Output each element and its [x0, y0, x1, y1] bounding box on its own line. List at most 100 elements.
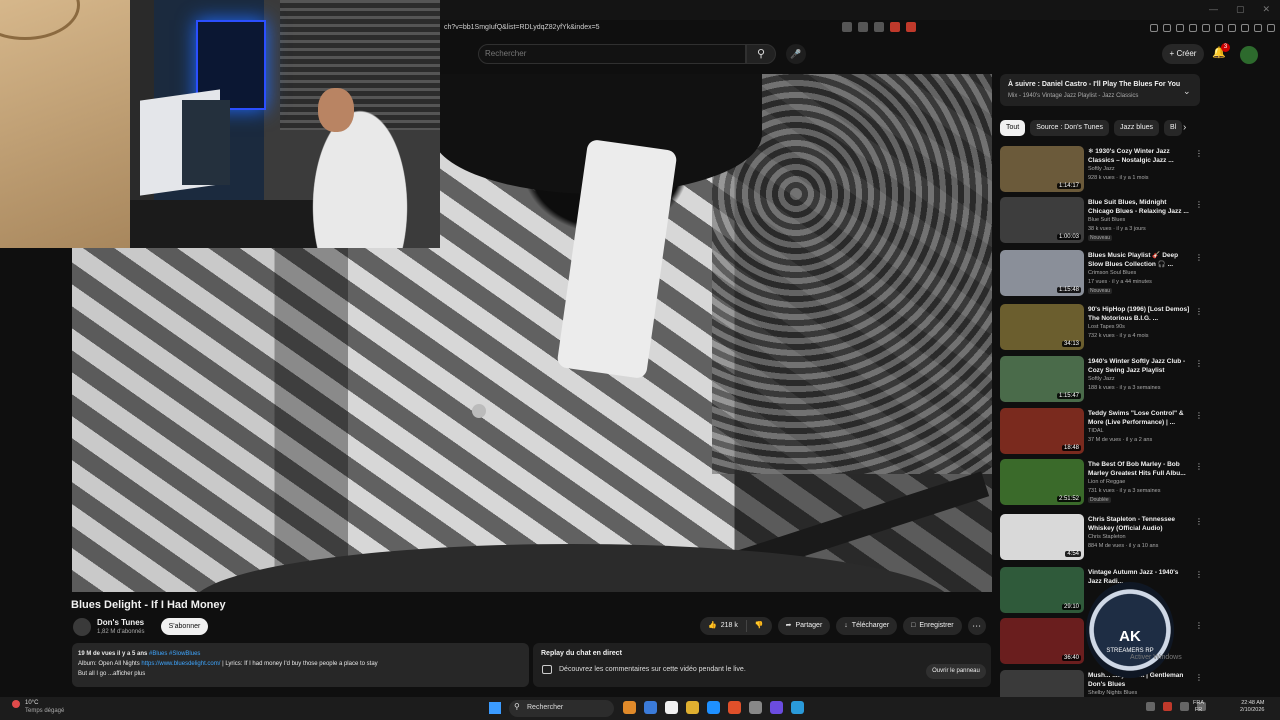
- recommendation-item[interactable]: 18:48 Teddy Swims "Lose Control" & More (…: [1000, 408, 1210, 456]
- open-chat-button[interactable]: Ouvrir le panneau: [926, 664, 986, 679]
- more-vertical-icon[interactable]: ⋮: [1195, 411, 1203, 420]
- extension-icon[interactable]: [1215, 24, 1223, 32]
- playlist-panel[interactable]: [1000, 74, 1200, 106]
- close-icon[interactable]: ✕: [1262, 4, 1270, 15]
- chip-blues[interactable]: Bl: [1164, 120, 1183, 136]
- recommendation-item[interactable]: 1:14:17 ❄ 1930's Cozy Winter Jazz Classic…: [1000, 146, 1210, 194]
- recommendation-title[interactable]: The Best Of Bob Marley - Bob Marley Grea…: [1088, 460, 1192, 478]
- recommendation-item[interactable]: 4:54 Chris Stapleton - Tennessee Whiskey …: [1000, 514, 1210, 562]
- maximize-icon[interactable]: ▢: [1236, 4, 1245, 15]
- recommendation-item[interactable]: 1:00:03 Blue Suit Blues, Midnight Chicago…: [1000, 197, 1210, 245]
- chip-jazz-blues[interactable]: Jazz blues: [1113, 120, 1160, 136]
- more-vertical-icon[interactable]: ⋮: [1195, 462, 1203, 471]
- more-vertical-icon[interactable]: ⋮: [1195, 517, 1203, 526]
- chevron-down-icon[interactable]: ⌄: [1183, 86, 1191, 97]
- recommendation-channel[interactable]: Softly Jazz: [1088, 166, 1115, 172]
- recommendation-item[interactable]: 34:13 90's HipHop (1996) [Lost Demos] The…: [1000, 304, 1210, 352]
- bookmark-icon[interactable]: [874, 22, 884, 32]
- extension-icon[interactable]: [1228, 24, 1236, 32]
- recommendation-thumbnail[interactable]: 18:48: [1000, 408, 1084, 454]
- extension-icon[interactable]: [1150, 24, 1158, 32]
- extension-icon[interactable]: [1254, 24, 1262, 32]
- settings-icon[interactable]: [749, 701, 762, 714]
- address-bar[interactable]: ch?v=bb1SmgIufQ&list=RDLydqZ82yfYk&index…: [444, 24, 600, 31]
- save-button[interactable]: □ Enregistrer: [903, 617, 962, 635]
- notepad-icon[interactable]: [791, 701, 804, 714]
- edge-icon[interactable]: [707, 701, 720, 714]
- tray-app-icon[interactable]: [1163, 702, 1172, 711]
- share-icon[interactable]: [858, 22, 868, 32]
- minimize-icon[interactable]: —: [1209, 4, 1218, 15]
- windows-start-icon[interactable]: [489, 702, 501, 714]
- extension-icons[interactable]: [1150, 24, 1280, 32]
- install-icon[interactable]: [842, 22, 852, 32]
- recommendation-thumbnail[interactable]: 1:00:03: [1000, 197, 1084, 243]
- copilot-icon[interactable]: [644, 701, 657, 714]
- extension-icon[interactable]: [1163, 24, 1171, 32]
- recommendation-channel[interactable]: Softly Jazz: [1088, 376, 1115, 382]
- like-button[interactable]: 👍 218 k: [700, 617, 746, 635]
- extension-icon[interactable]: [1241, 24, 1249, 32]
- create-button[interactable]: + Créer: [1162, 44, 1204, 64]
- extension-icon[interactable]: [1202, 24, 1210, 32]
- chip-all[interactable]: Tout: [1000, 120, 1026, 136]
- browser-toolbar-icons[interactable]: [842, 22, 916, 32]
- channel-name[interactable]: Don's Tunes: [97, 618, 144, 627]
- recommendation-channel[interactable]: Blue Suit Blues: [1088, 217, 1125, 223]
- extension-icon[interactable]: [1189, 24, 1197, 32]
- dislike-button[interactable]: 👎: [747, 617, 772, 635]
- weather-temp[interactable]: 10°C: [25, 700, 38, 706]
- more-vertical-icon[interactable]: ⋮: [1195, 253, 1203, 262]
- recommendation-thumbnail[interactable]: 36:40: [1000, 618, 1084, 664]
- voice-search-button[interactable]: 🎤: [786, 44, 806, 64]
- more-vertical-icon[interactable]: ⋮: [1195, 149, 1203, 158]
- chevron-right-icon[interactable]: ›: [1183, 122, 1186, 133]
- recommendation-thumbnail[interactable]: 1:14:17: [1000, 146, 1084, 192]
- recommendation-channel[interactable]: Shelby Nights Blues: [1088, 690, 1137, 696]
- chevron-up-icon[interactable]: [1146, 702, 1155, 711]
- extension-icon[interactable]: [1267, 24, 1275, 32]
- channel-avatar[interactable]: [73, 618, 91, 636]
- search-button[interactable]: ⚲: [746, 44, 776, 64]
- subscribe-button[interactable]: S'abonner: [161, 618, 208, 635]
- more-vertical-icon[interactable]: ⋮: [1195, 570, 1203, 579]
- recommendation-thumbnail[interactable]: 29:10: [1000, 567, 1084, 613]
- recommendation-title[interactable]: ❄ 1930's Cozy Winter Jazz Classics – Nos…: [1088, 147, 1192, 165]
- more-vertical-icon[interactable]: ⋮: [1195, 621, 1203, 630]
- extension-icon[interactable]: [1176, 24, 1184, 32]
- recommendation-title[interactable]: Blues Music Playlist 🎸 Deep Slow Blues C…: [1088, 251, 1192, 269]
- recommendation-item[interactable]: 2:51:52 The Best Of Bob Marley - Bob Marl…: [1000, 459, 1210, 507]
- download-button[interactable]: ↓ Télécharger: [836, 617, 898, 635]
- language-indicator[interactable]: FRA FR: [1193, 700, 1204, 714]
- description-link[interactable]: https://www.bluesdelight.com/: [141, 661, 220, 667]
- recommendation-channel[interactable]: Lion of Reggae: [1088, 479, 1125, 485]
- recommendation-title[interactable]: Chris Stapleton - Tennessee Whiskey (Off…: [1088, 515, 1192, 533]
- brave-icon[interactable]: [728, 701, 741, 714]
- tray-app-icon[interactable]: [1180, 702, 1189, 711]
- messenger-icon[interactable]: [770, 701, 783, 714]
- description-box[interactable]: 19 M de vues il y a 5 ans #Blues #SlowBl…: [72, 643, 529, 687]
- recommendation-title[interactable]: 1940's Winter Softly Jazz Club - Cozy Sw…: [1088, 357, 1192, 375]
- recommendation-item[interactable]: 1:15:48 Blues Music Playlist 🎸 Deep Slow …: [1000, 250, 1210, 298]
- store-icon[interactable]: [665, 701, 678, 714]
- window-controls[interactable]: — ▢ ✕: [1209, 4, 1270, 15]
- recommendation-thumbnail[interactable]: 4:54: [1000, 514, 1084, 560]
- weather-icon[interactable]: [12, 700, 20, 708]
- more-vertical-icon[interactable]: ⋮: [1195, 307, 1203, 316]
- recommendation-thumbnail[interactable]: 2:51:52: [1000, 459, 1084, 505]
- recommendation-channel[interactable]: TIDAL: [1088, 428, 1104, 434]
- recommendation-thumbnail[interactable]: 34:13: [1000, 304, 1084, 350]
- more-actions-button[interactable]: ⋯: [967, 617, 986, 635]
- folder-icon[interactable]: [686, 701, 699, 714]
- recommendation-thumbnail[interactable]: 1:15:48: [1000, 250, 1084, 296]
- app-icon[interactable]: [623, 701, 636, 714]
- recommendation-title[interactable]: Teddy Swims "Lose Control" & More (Live …: [1088, 409, 1192, 427]
- recommendation-channel[interactable]: Chris Stapleton: [1088, 534, 1126, 540]
- recommendation-channel[interactable]: Crimson Soul Blues: [1088, 270, 1136, 276]
- account-avatar[interactable]: [1240, 46, 1258, 64]
- brave-shield-icon[interactable]: [890, 22, 900, 32]
- rewards-icon[interactable]: [906, 22, 916, 32]
- recommendation-title[interactable]: 90's HipHop (1996) [Lost Demos] The Noto…: [1088, 305, 1192, 323]
- share-button[interactable]: ➦ Partager: [777, 617, 831, 635]
- recommendation-item[interactable]: 1:15:47 1940's Winter Softly Jazz Club - …: [1000, 356, 1210, 404]
